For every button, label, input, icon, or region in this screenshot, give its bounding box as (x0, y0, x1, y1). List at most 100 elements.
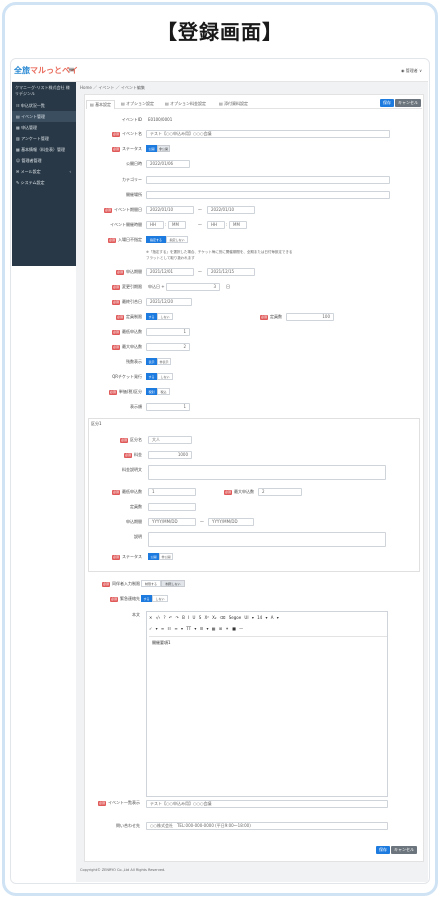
accept-no-toggle[interactable]: 指定しない (166, 236, 188, 243)
event-name-label: 必須 イベント名 (111, 131, 142, 137)
tab-options[interactable]: ▤ オプション設定 (118, 100, 157, 109)
cancel-limit-suffix: 日 (226, 284, 230, 289)
venue-label: 開催場所 (126, 192, 142, 197)
cancel-button-top[interactable]: キャンセル (395, 99, 421, 107)
public-date-input[interactable]: 2022/01/06 (146, 160, 190, 168)
unit-label: 必須 単価(税)区分 (108, 389, 142, 395)
qr-yes-toggle[interactable]: する (146, 373, 157, 380)
calendar-icon: ▤ (16, 114, 20, 119)
required-badge: 必須 (111, 131, 120, 137)
capacity-label: 必須 定員数 (259, 314, 282, 320)
tilde-4: 〜 (200, 519, 204, 524)
sub-status-public[interactable]: 公開 (148, 553, 159, 560)
min-input[interactable]: 1 (146, 328, 190, 336)
sidebar-item-application-status[interactable]: ☷ 申込状況一覧 (12, 100, 76, 111)
note-line-1: ※「指定する」を選択した場合、チケット毎に別に開催期間を、全期または日付毎設定で… (146, 250, 293, 254)
cap-yes-toggle[interactable]: する (146, 313, 157, 320)
cancel-button-bottom[interactable]: キャンセル (391, 846, 417, 854)
breadcrumb: Home ／ イベント ／ イベント編集 (80, 85, 145, 90)
qr-no-toggle[interactable]: しない (157, 373, 173, 380)
guest-yes-toggle[interactable]: 制限する (141, 580, 161, 587)
tab-attachments[interactable]: ▤ 添付資料設定 (216, 100, 251, 109)
sidebar-item-mail[interactable]: ✉ メール設定 ‹ (12, 166, 76, 177)
kubun-input[interactable]: 大人 (148, 436, 192, 444)
sidebar-item-system[interactable]: ✎ システム設定 (12, 177, 76, 188)
unit-b-toggle[interactable]: 税込 (157, 388, 170, 395)
event-id-label: イベントID (121, 117, 142, 122)
contact-input[interactable]: ○○株式会社 TEL:000-000-0000 (平日9:00～18:00) (146, 822, 388, 830)
event-period-label: 必須 イベント期間日 (103, 207, 142, 213)
editor-toolbar-2[interactable]: ✓ ▾ ≡ ☷ ≡ ▾ TT ▾ ☰ ▾ ▦ ⊞ ⚭ ■ — (149, 624, 387, 634)
min-label: 必須 最低申込数 (111, 329, 142, 335)
save-button-bottom[interactable]: 保存 (376, 846, 390, 854)
capacity-limit-label: 必須 定員制限 (115, 314, 142, 320)
sidebar-item-admin[interactable]: ☺ 管理者管理 (12, 155, 76, 166)
guest-label: 必須 同伴者入力制限 (101, 581, 140, 587)
sub-max-input[interactable]: 2 (258, 488, 302, 496)
event-end-input[interactable]: 2022/01/10 (207, 206, 255, 214)
editor-toolbar-1[interactable]: ✕ ‹/› ? ↶ ↷ B I U S X² X₂ ⌫ Segoe UI ▾ 1… (149, 613, 387, 623)
max-input[interactable]: 2 (146, 343, 190, 351)
sub-capacity-input[interactable] (148, 503, 196, 511)
event-title-input[interactable]: テスト【○○申込み用】○○○会議 (146, 800, 388, 808)
end-mm-input[interactable]: MM (229, 221, 247, 229)
status-public-toggle[interactable]: 公開 (146, 145, 157, 152)
apply-end-input[interactable]: 2021/12/15 (207, 268, 255, 276)
category-label: カテゴリー (122, 177, 142, 182)
start-hh-input[interactable]: HH (146, 221, 164, 229)
event-name-input[interactable]: テスト【○○申込み用】○○○会議 (146, 130, 390, 138)
sub-period-end[interactable]: YYYY/MM/DD (208, 518, 254, 526)
guest-no-toggle[interactable]: 制限しない (161, 580, 185, 587)
sub-status-label: 必須 ステータス (111, 554, 142, 560)
user-icon: ☺ (16, 158, 21, 163)
memo-textarea[interactable] (148, 465, 386, 480)
phone-label: 必須 緊急連絡先 (109, 596, 140, 602)
apply-start-input[interactable]: 2021/12/01 (146, 268, 194, 276)
remain-show-toggle[interactable]: 表示 (146, 358, 157, 365)
sub-max-label: 必須 最大申込数 (223, 489, 254, 495)
unit-a-toggle[interactable]: 税別 (146, 388, 157, 395)
desc-textarea[interactable] (148, 532, 386, 547)
start-mm-input[interactable]: MM (168, 221, 186, 229)
company-name: クマニーグ-リスト株式会社 様 リデジンル (15, 85, 70, 96)
price-input[interactable]: 1000 (148, 451, 192, 459)
cap-no-toggle[interactable]: しない (157, 313, 173, 320)
status-private-toggle[interactable]: 非公開 (157, 145, 170, 152)
remain-hide-toggle[interactable]: 非表示 (157, 358, 171, 365)
sidebar-item-survey[interactable]: ▥ アンケート管理 (12, 133, 76, 144)
event-start-input[interactable]: 2022/01/10 (146, 206, 194, 214)
tilde-2: 〜 (198, 222, 202, 227)
sub-status-private[interactable]: 非公開 (159, 553, 173, 560)
cancel-limit-input[interactable]: 3 (166, 283, 220, 291)
venue-input[interactable] (146, 191, 390, 199)
sub-capacity-label: 定員数 (130, 504, 142, 509)
tilde: 〜 (198, 207, 202, 212)
sub-min-input[interactable]: 1 (148, 488, 196, 496)
hamburger-icon[interactable]: ≡ (68, 65, 75, 74)
list-icon: ☷ (16, 103, 20, 108)
editor-body[interactable]: 開催要項1 (149, 636, 387, 794)
final-cancel-input[interactable]: 2021/12/20 (146, 298, 192, 306)
sidebar-item-event[interactable]: ▤ イベント管理 (12, 111, 76, 122)
end-hh-input[interactable]: HH (207, 221, 225, 229)
tab-basic[interactable]: ▤ 基本設定 (86, 100, 116, 109)
capacity-input[interactable]: 100 (286, 313, 334, 321)
kubun-label: 必須 区分名 (119, 437, 142, 443)
sidebar-item-pricing[interactable]: ▦ 基本情報（料金表）管理 (12, 144, 76, 155)
phone-no-toggle[interactable]: しない (152, 595, 168, 602)
tab-option-price[interactable]: ▤ オプション料金設定 (162, 100, 209, 109)
sub-period-start[interactable]: YYYY/MM/DD (148, 518, 196, 526)
final-cancel-label: 必須 最終引合日 (111, 299, 142, 305)
wrench-icon: ✎ (16, 180, 20, 185)
sort-input[interactable]: 1 (146, 403, 190, 411)
status-label: 必須 ステータス (111, 146, 142, 152)
user-menu[interactable]: ◉ 管理者 ∨ (401, 68, 422, 74)
sidebar-item-application[interactable]: ▦ 申込管理 (12, 122, 76, 133)
category-input[interactable] (146, 176, 390, 184)
rich-text-editor[interactable]: ✕ ‹/› ? ↶ ↷ B I U S X² X₂ ⌫ Segoe UI ▾ 1… (146, 611, 388, 797)
chevron-icon: ‹ (69, 169, 71, 174)
cancel-limit-label: 必須 変更引期限 (111, 284, 142, 290)
phone-yes-toggle[interactable]: する (141, 595, 152, 602)
accept-yes-toggle[interactable]: 指定する (146, 236, 166, 243)
save-button-top[interactable]: 保存 (380, 99, 394, 107)
